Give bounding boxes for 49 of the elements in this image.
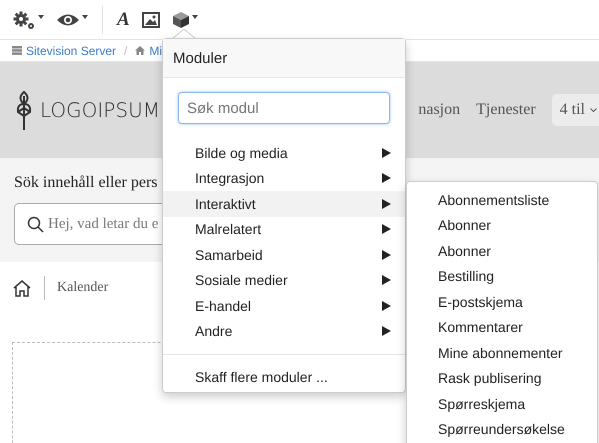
submenu-arrow-icon [382,148,391,158]
cube-icon [172,10,190,28]
submenu-arrow-icon [382,224,391,234]
submenu-arrow-icon [382,198,391,209]
chevron-icon [590,108,597,112]
nav-link[interactable]: nasjon [418,101,460,119]
search-icon [27,216,44,232]
menu-item[interactable]: Abonner [407,212,597,238]
home-icon [135,46,146,55]
image-icon [142,12,160,28]
submenu-arrow-icon [382,300,391,311]
menu-item[interactable]: Spørreskjema [407,391,597,416]
menu-item[interactable]: Andre [163,318,405,344]
submenu-arrow-icon [382,250,391,260]
logo-text: LOGOIPSUM [40,98,160,122]
menu-item[interactable]: Bilde og media [163,140,405,166]
menu-item[interactable]: Rask publisering [407,366,597,391]
submenu-arrow-icon [382,275,391,286]
submenu-arrow-icon [382,326,391,336]
breadcrumb-link[interactable]: Sitevision Server [26,44,116,58]
menu-item[interactable]: Interaktivt [163,191,405,216]
breadcrumb-text: Kalender [57,280,108,296]
menu-item[interactable]: Bestilling [407,264,597,289]
menu-item[interactable]: E-handel [163,293,405,318]
wheat-logo-icon [16,90,32,130]
menu-item[interactable]: Kommentarer [407,314,597,340]
toolbar-button[interactable]: A [115,6,132,34]
menu-item[interactable]: Samarbeid [163,242,405,268]
text-button-label: A [117,8,130,30]
menu-title: Moduler [163,39,405,78]
menu-item[interactable]: E-postskjema [407,289,597,314]
breadcrumb-separator: / [124,44,128,58]
nav-link[interactable]: Tjenester [476,101,536,119]
menu-item[interactable]: Sosiale medier [163,268,405,293]
menu-item[interactable]: Integrasjon [163,166,405,191]
menu-item[interactable]: Mine abonnementer [407,340,597,366]
menu-item[interactable]: Skaff flere moduler ... [163,365,405,389]
submenu-arrow-icon [382,173,391,184]
breadcrumb-link[interactable]: Mi [149,44,162,58]
menu-item[interactable]: Abonner [407,238,597,264]
search-label: Sök innehåll eller pers [14,174,158,192]
home-icon [12,278,32,298]
module-search-field[interactable]: Søk modul [178,92,390,124]
menu-item[interactable]: Abonnementsliste [407,187,597,212]
server-icon [12,46,22,55]
eye-icon [56,12,80,28]
select-dropdown[interactable]: 4 til [552,94,599,126]
gears-icon [12,10,36,30]
menu-item[interactable]: Spørreundersøkelse [407,416,597,442]
